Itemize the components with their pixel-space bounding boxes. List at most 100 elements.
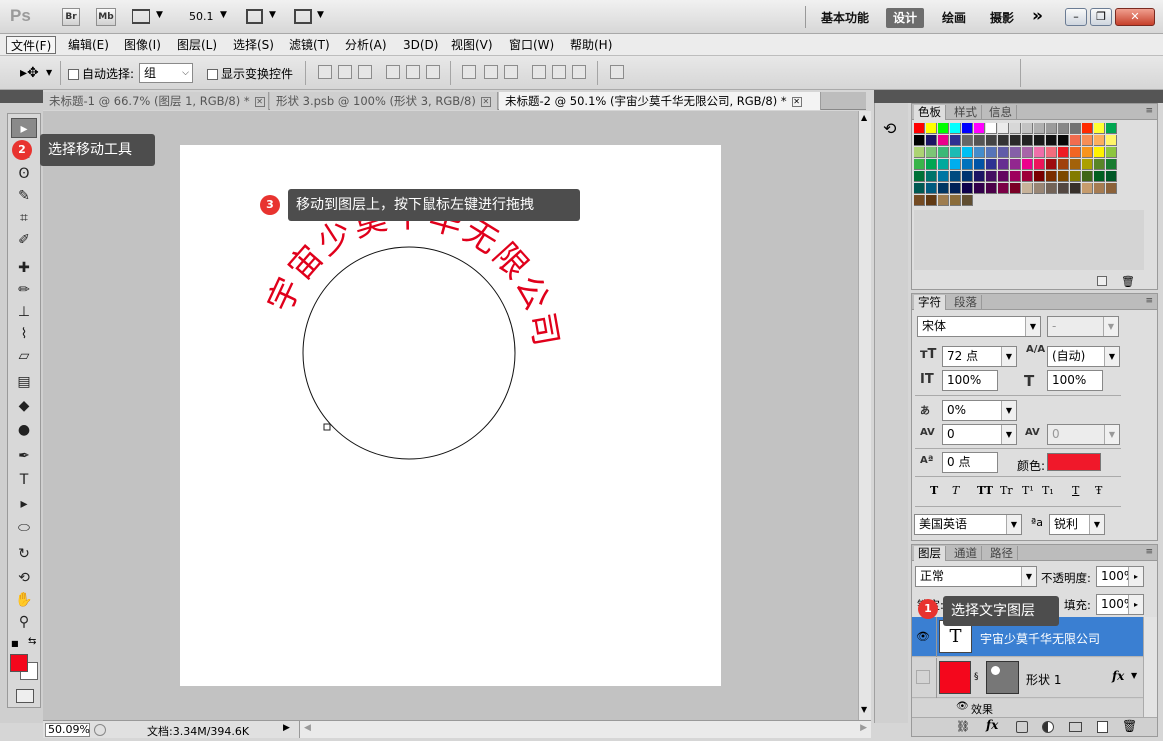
expand-effects-icon[interactable]: ▼	[1131, 671, 1137, 680]
text-color-swatch[interactable]	[1047, 453, 1101, 471]
swatch[interactable]	[950, 171, 961, 182]
swap-colors-icon[interactable]: ⇆	[28, 636, 36, 647]
foreground-color-swatch[interactable]	[10, 654, 28, 672]
swatch[interactable]	[938, 171, 949, 182]
adjustment-layer-icon[interactable]	[1042, 721, 1054, 733]
status-menu-icon[interactable]: ▶	[283, 723, 290, 733]
swatch[interactable]	[1094, 123, 1105, 134]
swatch[interactable]	[1022, 171, 1033, 182]
swatch[interactable]	[986, 159, 997, 170]
move-tool-preset-icon[interactable]: ▸✥	[20, 65, 39, 81]
workspace-painting[interactable]: 绘画	[935, 8, 973, 28]
zoom-tool-icon[interactable]: ⚲	[11, 612, 37, 632]
shape-tool-icon[interactable]: ⬭	[11, 518, 37, 538]
panel-menu-icon[interactable]: ≡	[1145, 106, 1153, 116]
brush-tool-icon[interactable]: ✏	[11, 280, 37, 300]
swatch[interactable]	[1082, 147, 1093, 158]
scroll-left-icon[interactable]: ◀	[304, 723, 311, 733]
panel-dock-header[interactable]	[874, 90, 1163, 103]
faux-italic-button[interactable]: T	[952, 484, 959, 497]
visibility-toggle[interactable]	[916, 670, 930, 684]
swatch[interactable]	[998, 159, 1009, 170]
swatch[interactable]	[926, 195, 937, 206]
swatch[interactable]	[1094, 171, 1105, 182]
swatch[interactable]	[914, 171, 925, 182]
tab-info[interactable]: 信息	[985, 105, 1017, 120]
swatch[interactable]	[974, 123, 985, 134]
menu-filter[interactable]: 滤镜(T)	[285, 36, 334, 54]
swatch[interactable]	[914, 159, 925, 170]
layer-name[interactable]: 宇宙少莫千华无限公司	[980, 630, 1100, 647]
mini-bridge-button[interactable]: Mb	[96, 8, 116, 26]
new-group-icon[interactable]	[1069, 722, 1082, 732]
swatch[interactable]	[1022, 135, 1033, 146]
workspace-design[interactable]: 设计	[886, 8, 925, 28]
swatch[interactable]	[1046, 147, 1057, 158]
auto-select-checkbox[interactable]: 自动选择:	[68, 65, 134, 82]
swatch[interactable]	[938, 159, 949, 170]
subscript-button[interactable]: T₁	[1042, 484, 1054, 497]
vertical-scale-field[interactable]: 100%	[942, 370, 998, 391]
tab-layers[interactable]: 图层	[914, 546, 946, 561]
scroll-down-icon[interactable]: ▼	[861, 705, 867, 714]
kerning-field[interactable]: 0 ▼	[942, 424, 1017, 445]
chevron-down-icon[interactable]: ▼	[156, 10, 163, 20]
menu-analysis[interactable]: 分析(A)	[341, 36, 391, 54]
swatch[interactable]	[914, 183, 925, 194]
tab-paragraph[interactable]: 段落	[950, 295, 982, 310]
fill-field[interactable]: 100% ▸	[1096, 594, 1144, 615]
panel-menu-icon[interactable]: ≡	[1145, 547, 1153, 557]
swatch[interactable]	[1010, 159, 1021, 170]
swatch[interactable]	[1034, 135, 1045, 146]
hand-tool-icon[interactable]: ✋	[11, 590, 37, 610]
layer-row-shape[interactable]: § 形状 1 fx ▼	[912, 658, 1143, 698]
all-caps-button[interactable]: TT	[977, 484, 993, 497]
swatch[interactable]	[962, 159, 973, 170]
swatch[interactable]	[1070, 135, 1081, 146]
swatch[interactable]	[974, 159, 985, 170]
swatch[interactable]	[1106, 135, 1117, 146]
swatch[interactable]	[962, 195, 973, 206]
swatch[interactable]	[950, 147, 961, 158]
swatch[interactable]	[1046, 171, 1057, 182]
swatch[interactable]	[950, 135, 961, 146]
close-button[interactable]: ✕	[1115, 8, 1155, 26]
swatch[interactable]	[1094, 159, 1105, 170]
more-workspaces-icon[interactable]: »	[1032, 6, 1043, 26]
tab-styles[interactable]: 样式	[950, 105, 982, 120]
move-tool-icon[interactable]: ▸	[11, 118, 37, 138]
swatch[interactable]	[914, 195, 925, 206]
swatch[interactable]	[926, 135, 937, 146]
horizontal-scale-field[interactable]: 100%	[1047, 370, 1103, 391]
swatch[interactable]	[998, 171, 1009, 182]
swatch[interactable]	[986, 135, 997, 146]
swatch[interactable]	[1046, 123, 1057, 134]
panel-menu-icon[interactable]: ≡	[1145, 296, 1153, 306]
swatch[interactable]	[1058, 123, 1069, 134]
swatch[interactable]	[938, 147, 949, 158]
menu-image[interactable]: 图像(I)	[120, 36, 165, 54]
vertical-scrollbar[interactable]: ▲ ▼	[858, 111, 871, 720]
distribute-bottom-icon[interactable]	[504, 65, 518, 79]
doc-tab-3[interactable]: 未标题-2 @ 50.1% (宇宙少莫千华无限公司, RGB/8) * ✕	[499, 92, 821, 110]
swatch[interactable]	[1058, 135, 1069, 146]
swatch[interactable]	[938, 123, 949, 134]
menu-view[interactable]: 视图(V)	[447, 36, 497, 54]
zoom-options-icon[interactable]	[94, 724, 106, 736]
swatch[interactable]	[950, 183, 961, 194]
swatch[interactable]	[1034, 183, 1045, 194]
layer-effects-row[interactable]: 👁 效果	[912, 699, 1143, 717]
swatch[interactable]	[962, 183, 973, 194]
3d-rotate-tool-icon[interactable]: ↻	[11, 544, 37, 564]
swatch[interactable]	[1058, 147, 1069, 158]
add-mask-icon[interactable]	[1016, 721, 1028, 733]
swatch[interactable]	[1034, 147, 1045, 158]
clone-stamp-tool-icon[interactable]: ⊥	[11, 302, 37, 322]
horizontal-scrollbar[interactable]: ◀ ▶	[299, 721, 871, 738]
zoom-field[interactable]: 50.09%	[45, 723, 90, 737]
menu-select[interactable]: 选择(S)	[229, 36, 278, 54]
eye-icon[interactable]: 👁	[916, 630, 930, 643]
swatch[interactable]	[926, 147, 937, 158]
distribute-right-icon[interactable]	[572, 65, 586, 79]
eyedropper-tool-icon[interactable]: ✐	[11, 230, 37, 250]
